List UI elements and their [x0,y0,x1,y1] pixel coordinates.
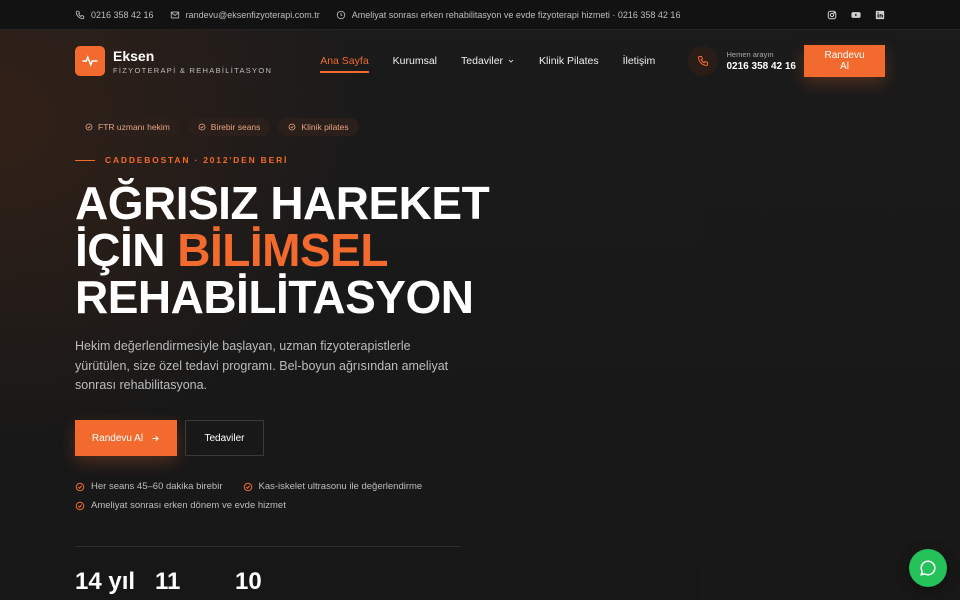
nav-item-klinik-pilates[interactable]: Klinik Pilates [539,49,599,73]
nav-item-kurumsal[interactable]: Kurumsal [393,49,437,73]
headline-line-3: REHABİLİTASYON [75,271,474,323]
social-links [827,10,885,20]
hero-features: Her seans 45–60 dakika birebir Kas-iskel… [75,481,475,519]
divider [75,546,461,547]
nav-item-ana-sayfa[interactable]: Ana Sayfa [320,49,370,73]
hero-cta-group: Randevu Al Tedaviler [75,420,264,456]
nav-item-iletisim[interactable]: İletişim [623,49,656,73]
headline-accent: BİLİMSEL [177,224,388,276]
call-block[interactable]: Hemen arayın 0216 358 42 16 [688,46,796,76]
hero-kicker: CADDEBOSTAN · 2012'DEN BERİ [75,155,288,165]
pulse-icon [82,55,98,67]
whatsapp-button[interactable] [909,549,947,587]
linkedin-icon[interactable] [875,10,885,20]
top-bar: 0216 358 42 16 randevu@eksenfizyoterapi.… [0,0,960,30]
check-circle-icon [198,123,206,131]
appointment-button-label: Randevu Al [91,432,144,444]
feature-label: Her seans 45–60 dakika birebir [91,481,223,492]
headline-line-2-start: İÇİN [75,224,178,276]
chevron-down-icon [507,57,515,65]
nav-item-tedaviler-label: Tedaviler [461,55,504,67]
mail-icon [170,10,180,20]
feature-item: Ameliyat sonrası erken dönem ve evde hiz… [75,500,286,511]
stat-value: 10 [235,568,262,595]
appointment-button[interactable]: Randevu Al [75,420,177,456]
phone-icon [688,46,719,76]
stat-value: 11 [155,568,181,595]
main-header: Eksen FİZYOTERAPİ & REHABİLİTASYON Ana S… [0,30,960,92]
instagram-icon[interactable] [827,10,837,20]
check-circle-icon [289,123,296,131]
check-circle-icon [75,482,85,491]
hero-stats: 14 yıl 11 10 [75,568,315,596]
arrow-right-icon [151,434,160,443]
feature-label: Ameliyat sonrası erken dönem ve evde hiz… [91,500,286,511]
feature-item: Kas-iskelet ultrasonu ile değerlendirme [243,481,423,492]
brand-name: Eksen [113,47,155,64]
hero-headline: AĞRISIZ HAREKET İÇİN BİLİMSEL REHABİLİTA… [75,177,490,323]
hero-badges: FTR uzmanı hekim Birebir seans Klinik pi… [75,118,359,136]
topbar-phone[interactable]: 0216 358 42 16 [75,10,154,20]
feature-item: Her seans 45–60 dakika birebir [75,481,223,492]
clock-icon [336,10,346,20]
badge: FTR uzmanı hekim [75,118,180,136]
youtube-icon[interactable] [851,10,861,20]
check-circle-icon [243,482,252,491]
brand[interactable]: Eksen FİZYOTERAPİ & REHABİLİTASYON [113,48,272,75]
badge: Klinik pilates [278,118,359,136]
main-nav: Ana Sayfa Kurumsal Tedaviler Klinik Pila… [320,49,655,73]
badge-label: Birebir seans [210,122,261,132]
nav-item-tedaviler[interactable]: Tedaviler [461,49,515,73]
headline-line-1: AĞRISIZ HAREKET [75,177,490,229]
check-circle-icon [75,501,85,510]
topbar-phone-text: 0216 358 42 16 [91,9,154,20]
topbar-note-text: Ameliyat sonrası erken rehabilitasyon ve… [351,9,681,20]
badge-label: FTR uzmanı hekim [98,122,170,132]
hero-description: Hekim değerlendirmesiyle başlayan, uzman… [75,339,449,392]
badge-label: Klinik pilates [301,122,349,132]
call-label: Hemen arayın [726,50,774,59]
headline-line-2: İÇİN BİLİMSEL [75,227,489,274]
phone-icon [75,10,85,20]
kicker-line [75,159,95,161]
stat-value: 14 yıl [75,568,136,595]
hero-image-area [700,92,960,600]
feature-label: Kas-iskelet ultrasonu ile değerlendirme [258,481,423,492]
chat-bubble-icon [920,560,936,576]
topbar-email-text: randevu@eksenfizyoterapi.com.tr [185,9,320,20]
treatments-button[interactable]: Tedaviler [185,420,264,456]
header-appointment-button[interactable]: Randevu Al [804,45,885,77]
badge: Birebir seans [187,118,271,136]
logo[interactable] [75,46,105,76]
call-number: 0216 358 42 16 [726,61,796,72]
kicker-text: CADDEBOSTAN · 2012'DEN BERİ [105,155,289,165]
topbar-note: Ameliyat sonrası erken rehabilitasyon ve… [336,9,681,20]
topbar-email[interactable]: randevu@eksenfizyoterapi.com.tr [170,10,320,20]
brand-subtitle: FİZYOTERAPİ & REHABİLİTASYON [113,65,273,75]
check-circle-icon [85,123,93,131]
